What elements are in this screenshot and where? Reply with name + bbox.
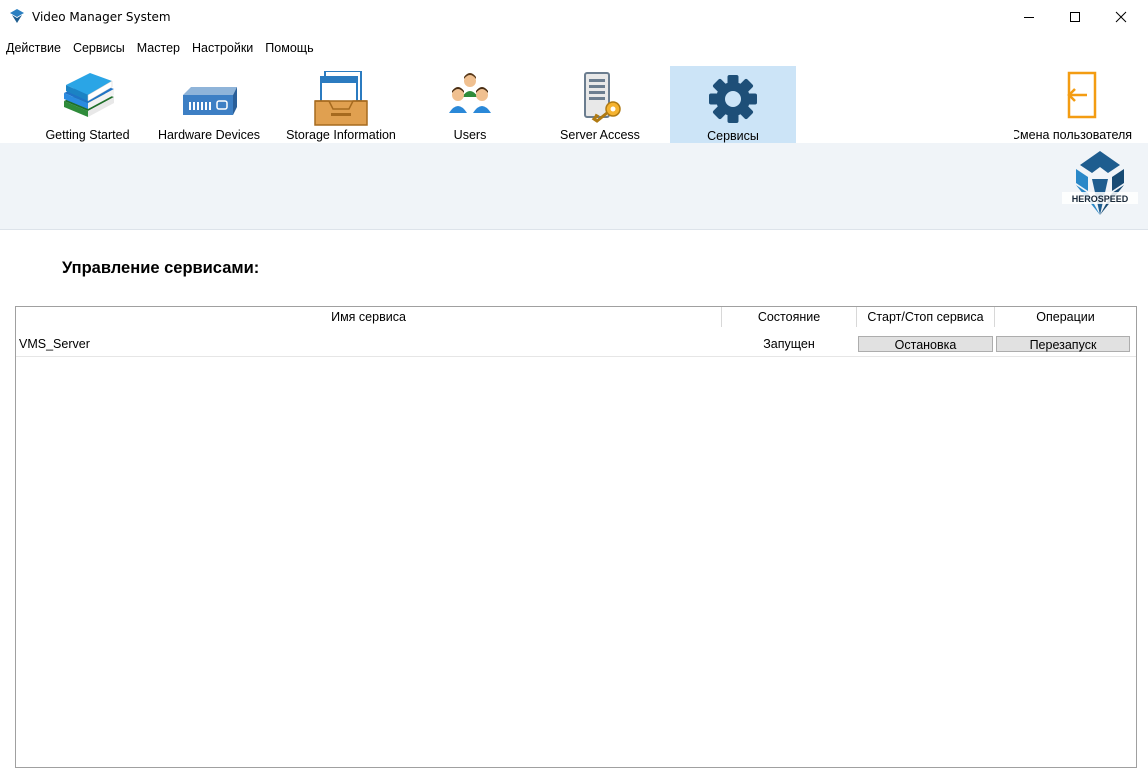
toolbar-services[interactable]: Сервисы [670,66,796,143]
column-header-operations[interactable]: Операции [995,307,1136,327]
users-icon [449,73,491,113]
close-icon [1115,11,1127,23]
header-band [0,143,1148,230]
services-table: Имя сервиса Состояние Старт/Стоп сервиса… [15,306,1137,768]
service-name-cell: VMS_Server [19,337,90,351]
toolbar-label: Getting Started [45,128,130,142]
service-state-cell: Запущен [763,337,815,351]
column-header-service-name[interactable]: Имя сервиса [16,307,722,327]
minimize-icon [1024,17,1034,18]
menu-services[interactable]: Сервисы [68,38,130,60]
toolbar-getting-started[interactable]: Getting Started [25,65,150,142]
toolbar-label: Hardware Devices [157,128,261,142]
toolbar-storage-information[interactable]: Storage Information [276,65,406,142]
close-button[interactable] [1098,0,1144,34]
app-logo-icon [10,9,24,23]
logo-text: HEROSPEED [1072,194,1129,204]
minimize-button[interactable] [1006,0,1052,34]
toolbar-switch-user[interactable]: Смена пользователя [1014,65,1148,141]
maximize-button[interactable] [1052,0,1098,34]
nvr-device-icon [183,87,237,115]
column-header-state[interactable]: Состояние [722,307,857,327]
toolbar-users[interactable]: Users [415,65,525,142]
toolbar-label: Users [453,128,487,142]
switch-user-label: Смена пользователя [1014,128,1133,141]
menu-wizard[interactable]: Мастер [132,38,185,60]
books-icon [63,73,114,117]
table-row[interactable]: VMS_Server Запущен Остановка Перезапуск [16,334,1136,357]
menu-bar: Действие Сервисы Мастер Настройки Помощь [0,38,321,60]
restart-service-button[interactable]: Перезапуск [996,336,1130,352]
server-key-icon [584,72,621,123]
menu-help[interactable]: Помощь [260,38,318,60]
window-title: Video Manager System [32,10,171,24]
page-title: Управление сервисами: [62,259,260,277]
toolbar-label: Server Access [560,128,640,142]
column-header-start-stop[interactable]: Старт/Стоп сервиса [857,307,995,327]
title-bar: Video Manager System [0,0,1148,34]
toolbar-hardware-devices[interactable]: Hardware Devices [148,65,270,142]
toolbar-server-access[interactable]: Server Access [545,65,655,142]
toolbar-label: Storage Information [286,128,396,142]
toolbar: Getting Started Hardware Devices Storage… [0,60,1148,143]
maximize-icon [1070,12,1080,22]
logout-door-icon [1067,71,1097,119]
gear-icon [709,75,757,123]
toolbar-label: Сервисы [707,129,759,143]
herospeed-logo-icon: HEROSPEED [1062,151,1138,215]
storage-tray-icon [314,71,368,126]
menu-action[interactable]: Действие [0,38,66,60]
stop-service-button[interactable]: Остановка [858,336,993,352]
menu-settings[interactable]: Настройки [187,38,258,60]
